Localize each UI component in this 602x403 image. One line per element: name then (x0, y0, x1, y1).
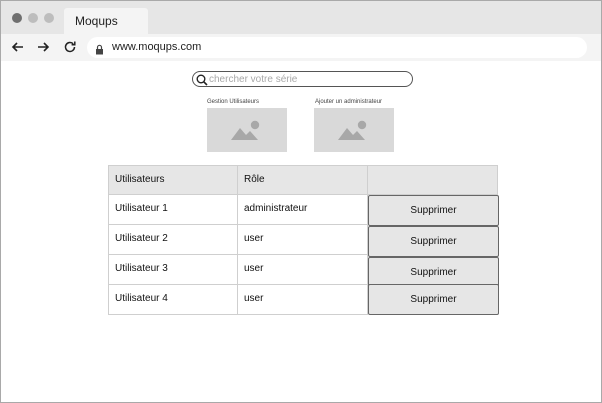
card-label-ajouter-administrateur: Ajouter un administrateur (315, 99, 383, 105)
browser-window: Moqups www.moqups.com Gestion Utilisateu… (0, 0, 602, 403)
search-box[interactable] (192, 71, 413, 87)
delete-button[interactable]: Supprimer (368, 284, 499, 315)
table-row: Utilisateur 4 user (108, 285, 368, 315)
browser-tab[interactable]: Moqups (64, 8, 148, 35)
user-cell: Utilisateur 1 (109, 195, 238, 224)
reload-icon[interactable] (62, 39, 78, 55)
minimize-window-button[interactable] (28, 13, 38, 23)
column-header-utilisateurs: Utilisateurs (109, 166, 238, 194)
image-icon (338, 120, 367, 140)
back-arrow-icon[interactable] (10, 39, 26, 55)
close-window-button[interactable] (12, 13, 22, 23)
delete-button[interactable]: Supprimer (368, 195, 499, 226)
user-cell: Utilisateur 4 (109, 285, 238, 314)
table-row: Utilisateur 3 user (108, 255, 368, 285)
column-header-role: Rôle (238, 166, 368, 194)
forward-arrow-icon[interactable] (35, 39, 51, 55)
role-cell: user (238, 285, 368, 314)
table-header: Utilisateurs Rôle (108, 165, 498, 195)
image-placeholder-ajouter-admin[interactable] (314, 108, 394, 152)
role-cell: user (238, 255, 368, 284)
image-placeholder-gestion[interactable] (207, 108, 287, 152)
card-label-gestion-utilisateurs: Gestion Utilisateurs (207, 99, 260, 105)
nav-bar: www.moqups.com (1, 34, 601, 61)
delete-button[interactable]: Supprimer (368, 226, 499, 257)
table-row: Utilisateur 2 user (108, 225, 368, 255)
address-bar[interactable]: www.moqups.com (87, 37, 587, 58)
lock-icon (95, 42, 104, 60)
user-cell: Utilisateur 2 (109, 225, 238, 254)
search-icon (196, 73, 208, 91)
image-icon (231, 120, 260, 140)
tab-title: Moqups (75, 14, 118, 28)
role-cell: administrateur (238, 195, 368, 224)
title-bar: Moqups (1, 1, 601, 35)
table-row: Utilisateur 1 administrateur (108, 195, 368, 225)
url-text: www.moqups.com (112, 41, 202, 53)
search-input[interactable] (209, 73, 407, 85)
role-cell: user (238, 225, 368, 254)
column-header-actions (368, 166, 497, 194)
user-cell: Utilisateur 3 (109, 255, 238, 284)
maximize-window-button[interactable] (44, 13, 54, 23)
